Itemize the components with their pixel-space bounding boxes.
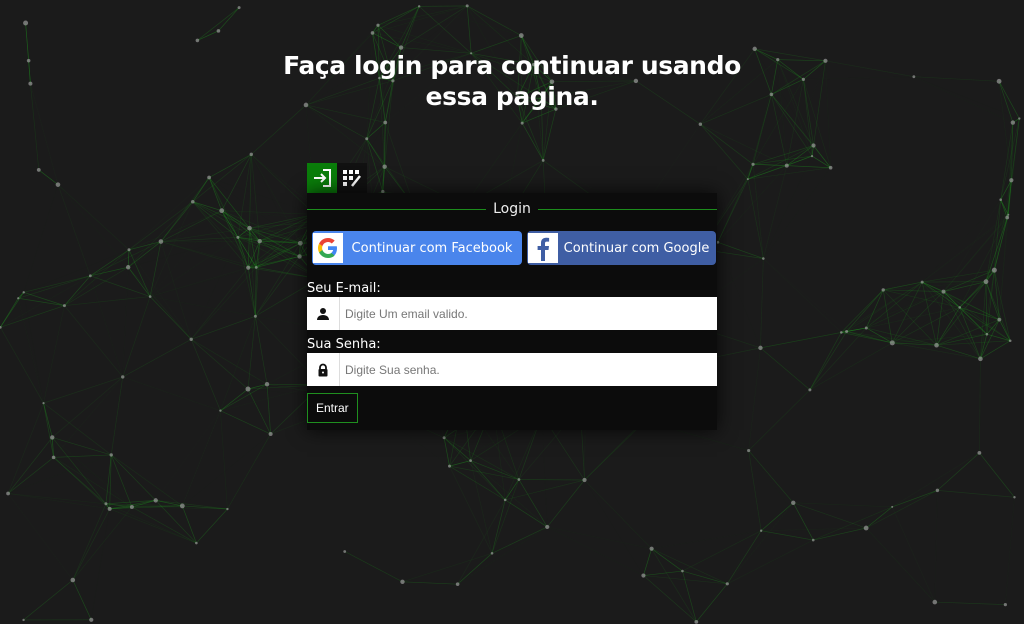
password-input-group	[307, 353, 717, 386]
login-icon	[314, 169, 331, 187]
google-icon	[313, 233, 343, 263]
social-login-row: Continuar com Facebook Continuar com Goo…	[312, 231, 716, 265]
login-card: Login Continuar com Facebook Continuar c…	[307, 193, 717, 430]
email-field[interactable]	[340, 298, 717, 329]
facebook-login-button[interactable]: Continuar com Google	[527, 231, 716, 265]
google-login-button[interactable]: Continuar com Facebook	[312, 231, 522, 265]
submit-button[interactable]: Entrar	[307, 393, 358, 423]
legend-label: Login	[493, 201, 531, 217]
form-legend: Login	[307, 201, 717, 217]
page-title: Faça login para continuar usando essa pa…	[283, 51, 741, 111]
tab-register[interactable]	[337, 163, 367, 193]
password-label: Sua Senha:	[307, 337, 381, 352]
password-field[interactable]	[340, 354, 717, 385]
google-login-label: Continuar com Facebook	[351, 240, 513, 256]
facebook-login-label: Continuar com Google	[563, 240, 710, 256]
register-icon	[343, 170, 361, 187]
email-input-group	[307, 297, 717, 330]
lock-icon	[307, 353, 340, 386]
divider	[537, 208, 717, 210]
tab-login[interactable]	[307, 163, 337, 193]
form-tabs	[307, 163, 367, 193]
facebook-icon	[528, 233, 558, 263]
email-label: Seu E-mail:	[307, 281, 381, 296]
user-icon	[307, 297, 340, 330]
divider	[307, 208, 487, 210]
